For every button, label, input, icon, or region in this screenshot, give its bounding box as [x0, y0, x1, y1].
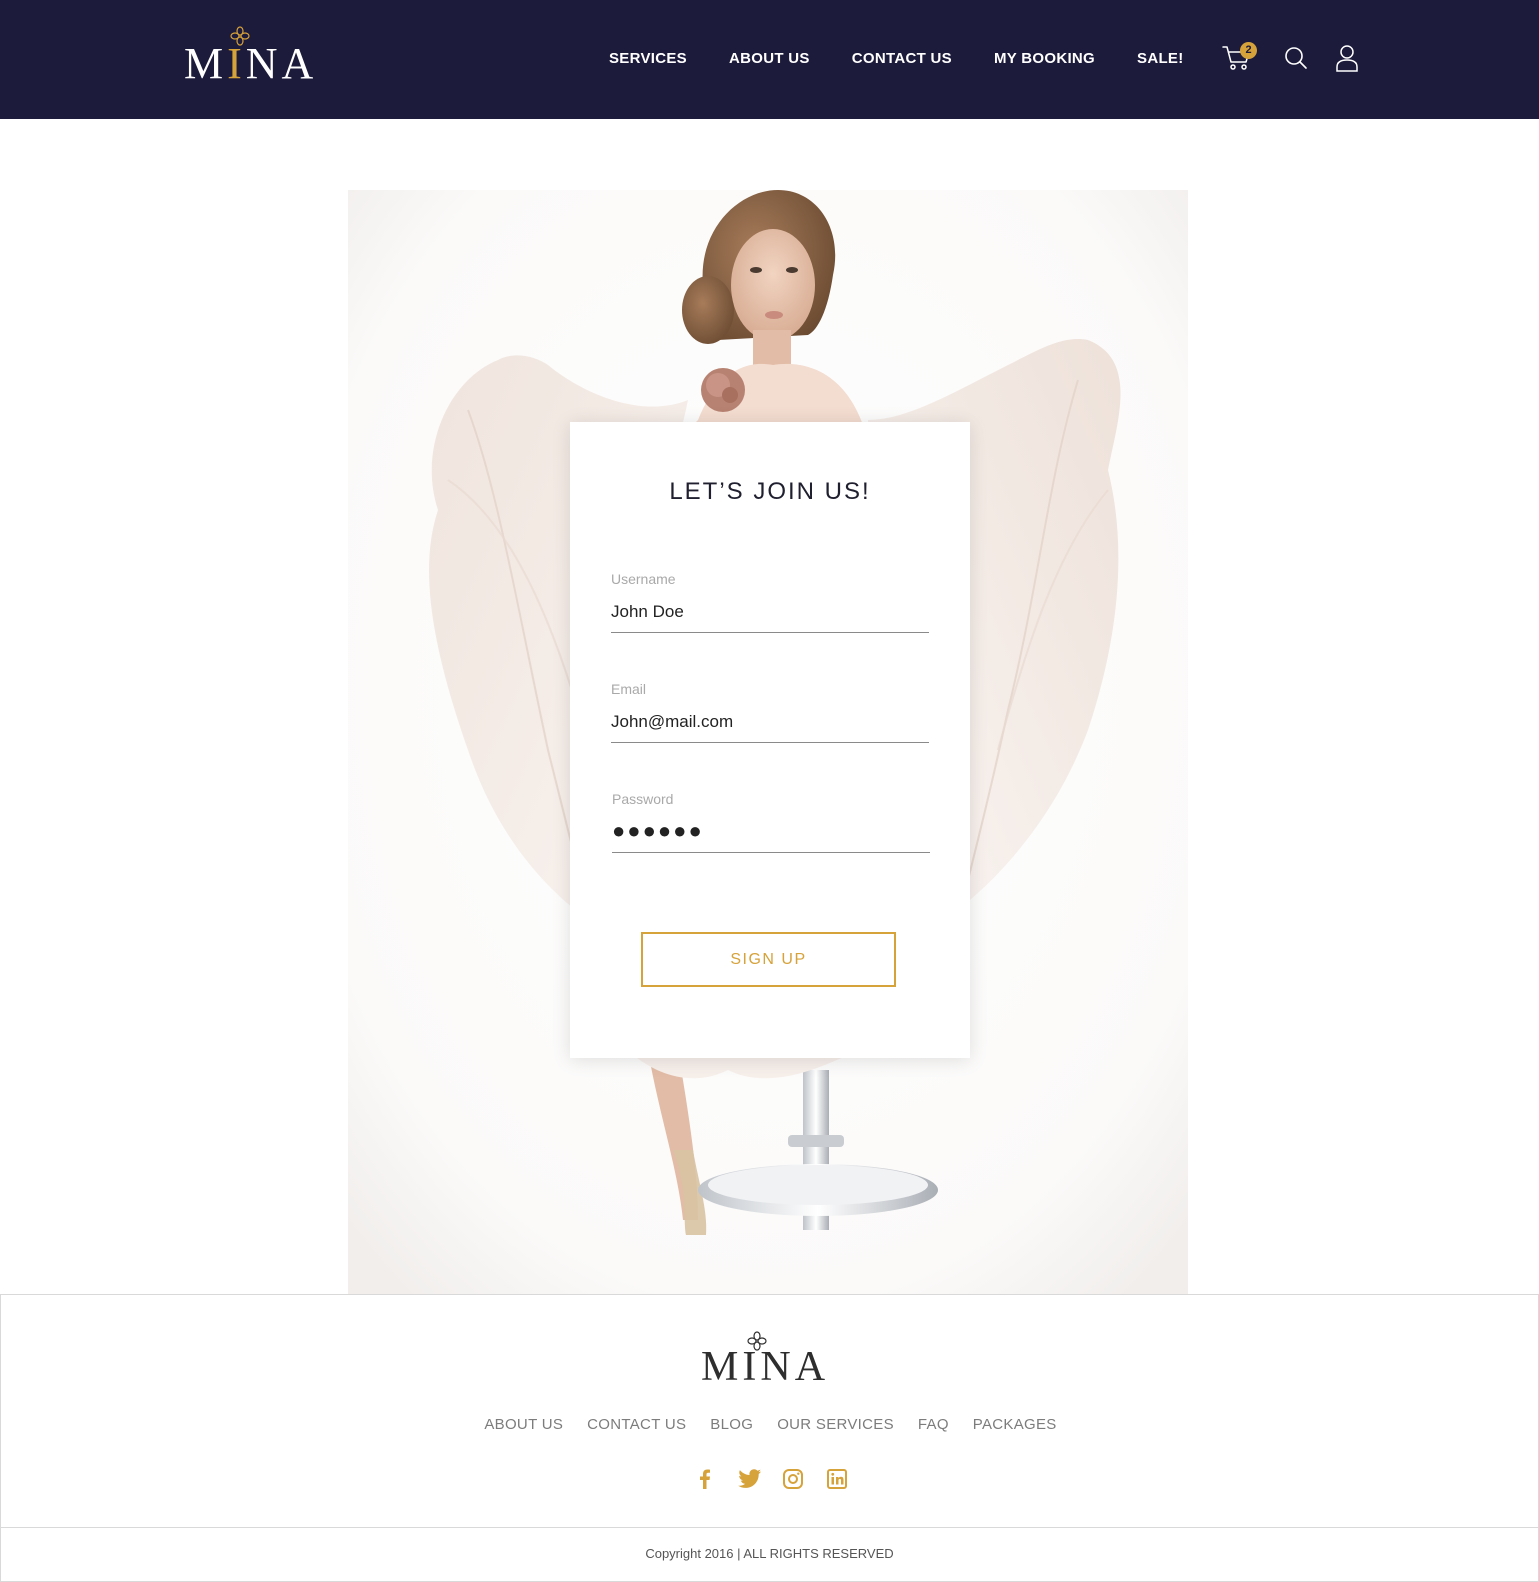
linkedin-icon[interactable]	[825, 1467, 849, 1491]
email-field-group: Email	[611, 680, 929, 743]
nav-contact-us[interactable]: CONTACT US	[852, 48, 952, 70]
footer-link-packages[interactable]: PACKAGES	[973, 1415, 1057, 1435]
logo-wordmark: MINA	[184, 39, 318, 88]
footer-nav: ABOUT US CONTACT US BLOG OUR SERVICES FA…	[1, 1415, 1539, 1435]
nav-services[interactable]: SERVICES	[609, 48, 687, 70]
footer-logo-wordmark: MINA	[701, 1344, 830, 1390]
footer-link-faq[interactable]: FAQ	[918, 1415, 949, 1435]
facebook-icon[interactable]	[693, 1467, 717, 1491]
nav-sale[interactable]: SALE!	[1137, 48, 1184, 70]
twitter-icon[interactable]	[737, 1467, 761, 1491]
password-input[interactable]	[612, 808, 930, 853]
site-footer: MINA ABOUT US CONTACT US BLOG OUR SERVIC…	[0, 1294, 1539, 1582]
footer-logo[interactable]: MINA	[701, 1331, 841, 1390]
instagram-icon[interactable]	[781, 1467, 805, 1491]
footer-link-our-services[interactable]: OUR SERVICES	[777, 1415, 894, 1435]
sign-up-button[interactable]: SIGN UP	[641, 932, 896, 987]
username-field-group: Username	[611, 570, 929, 633]
cart-count-badge: 2	[1240, 42, 1257, 59]
username-input[interactable]	[611, 588, 929, 633]
footer-link-contact-us[interactable]: CONTACT US	[587, 1415, 686, 1435]
password-label: Password	[612, 791, 674, 807]
site-header: MINA SERVICES ABOUT US CONTACT US MY BOO…	[0, 0, 1539, 119]
password-field-group: Password	[612, 790, 930, 853]
signup-title: LET’S JOIN US!	[669, 478, 871, 505]
brand-logo[interactable]: MINA	[184, 26, 334, 88]
footer-link-blog[interactable]: BLOG	[710, 1415, 753, 1435]
email-input[interactable]	[611, 698, 929, 743]
social-links	[1, 1467, 1539, 1491]
search-icon[interactable]	[1284, 46, 1308, 70]
nav-my-booking[interactable]: MY BOOKING	[994, 48, 1095, 70]
email-label: Email	[611, 681, 647, 697]
nav-about-us[interactable]: ABOUT US	[729, 48, 810, 70]
username-label: Username	[611, 571, 676, 587]
footer-link-about-us[interactable]: ABOUT US	[484, 1415, 563, 1435]
user-icon[interactable]	[1335, 44, 1359, 72]
signup-card: LET’S JOIN US! Username Email Password S…	[570, 422, 970, 1058]
copyright: Copyright 2016 | ALL RIGHTS RESERVED	[1, 1527, 1538, 1582]
main-nav: SERVICES ABOUT US CONTACT US MY BOOKING …	[609, 48, 1184, 70]
